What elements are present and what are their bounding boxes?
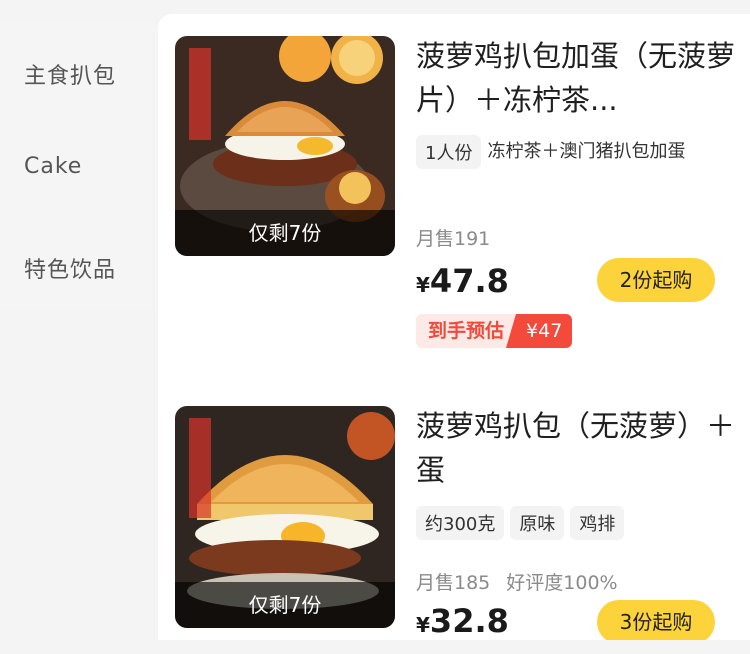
price: ¥32.8 — [416, 602, 509, 640]
min-order-button[interactable]: 2份起购 — [597, 258, 715, 302]
tag-flavor: 原味 — [510, 506, 565, 540]
estimated-price-badge: 到手预估 ¥47 — [416, 314, 573, 348]
product-title[interactable]: 菠萝鸡扒包加蛋（无菠萝片）＋冻柠茶... — [416, 34, 736, 122]
rating-text: 好评度100% — [506, 572, 618, 594]
product-description: 冻柠茶＋澳门猪扒包加蛋 — [487, 141, 686, 162]
product-image[interactable]: 仅剩7份 — [175, 406, 395, 628]
stock-remaining: 仅剩7份 — [175, 582, 395, 628]
product-image[interactable]: 仅剩7份 — [175, 36, 395, 256]
price-value: 47.8 — [429, 262, 509, 300]
stock-remaining: 仅剩7份 — [175, 210, 395, 256]
sidebar-item-main-food[interactable]: 主食扒包 — [24, 58, 116, 90]
monthly-sales: 月售191 — [416, 224, 490, 251]
sidebar-item-cake[interactable]: Cake — [24, 154, 82, 179]
product-title[interactable]: 菠萝鸡扒包（无菠萝）＋蛋 — [416, 404, 736, 492]
sidebar-item-drinks[interactable]: 特色饮品 — [24, 252, 116, 284]
currency-symbol: ¥ — [416, 273, 430, 297]
price-value: 32.8 — [429, 602, 509, 640]
currency-symbol: ¥ — [416, 613, 430, 637]
monthly-sales-text: 月售185 — [416, 572, 491, 594]
min-order-button[interactable]: 3份起购 — [597, 600, 715, 644]
product-tags: 约300克 原味 鸡排 — [416, 506, 736, 540]
estimate-price: ¥47 — [505, 314, 573, 348]
price: ¥47.8 — [416, 262, 509, 300]
tag-weight: 约300克 — [416, 506, 505, 540]
bottom-divider — [0, 640, 750, 654]
product-tags: 1人份 冻柠茶＋澳门猪扒包加蛋 — [416, 135, 736, 169]
estimate-label: 到手预估 — [416, 314, 517, 348]
tag-type: 鸡排 — [570, 506, 625, 540]
product-list: 仅剩7份 菠萝鸡扒包加蛋（无菠萝片）＋冻柠茶... 1人份 冻柠茶＋澳门猪扒包加蛋… — [158, 14, 750, 644]
tag-serving: 1人份 — [416, 135, 482, 169]
monthly-sales-text: 月售191 — [416, 228, 491, 250]
category-sidebar: 主食扒包 Cake 特色饮品 — [0, 20, 158, 310]
sales-and-rating: 月售185 好评度100% — [416, 568, 618, 595]
